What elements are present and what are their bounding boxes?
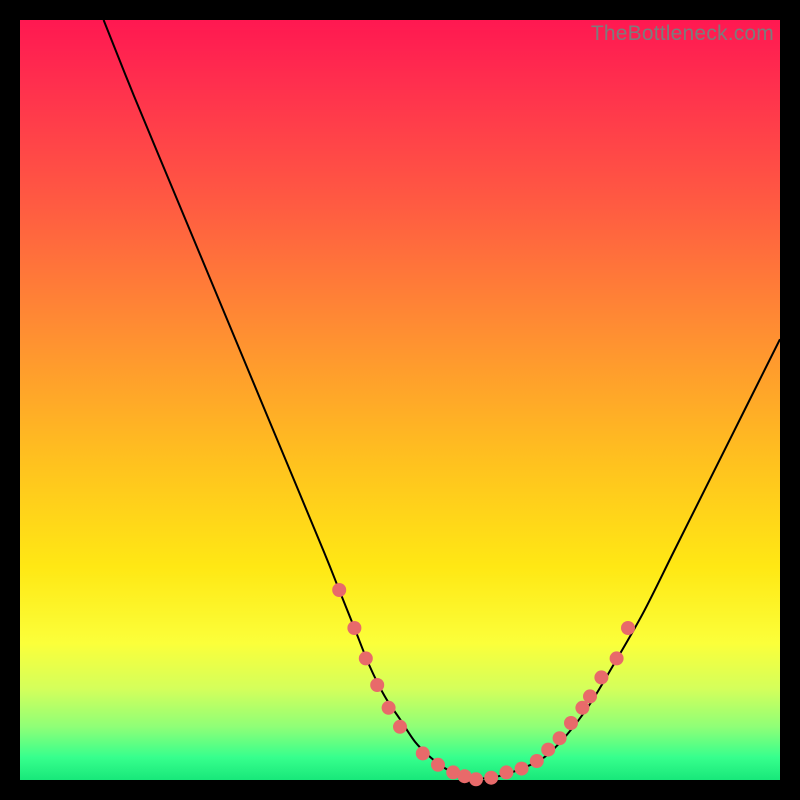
curve-left-branch (104, 20, 476, 779)
plot-area: TheBottleneck.com (20, 20, 780, 780)
curve-layer (20, 20, 780, 780)
data-marker (564, 716, 578, 730)
data-marker (594, 670, 608, 684)
data-marker (621, 621, 635, 635)
data-marker (575, 701, 589, 715)
data-marker (515, 762, 529, 776)
data-marker (583, 689, 597, 703)
data-marker (610, 651, 624, 665)
curve-markers (332, 583, 635, 786)
data-marker (393, 720, 407, 734)
chart-frame: TheBottleneck.com (0, 0, 800, 800)
data-marker (382, 701, 396, 715)
data-marker (469, 772, 483, 786)
data-marker (347, 621, 361, 635)
data-marker (431, 758, 445, 772)
data-marker (530, 754, 544, 768)
data-marker (416, 746, 430, 760)
data-marker (370, 678, 384, 692)
data-marker (499, 765, 513, 779)
curve-right-branch (476, 339, 780, 779)
data-marker (484, 771, 498, 785)
data-marker (359, 651, 373, 665)
data-marker (332, 583, 346, 597)
data-marker (541, 743, 555, 757)
data-marker (553, 731, 567, 745)
